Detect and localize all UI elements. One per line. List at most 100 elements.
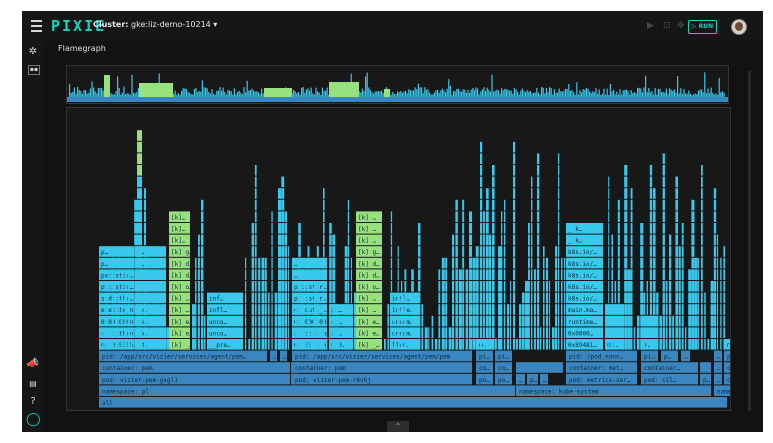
flame-frame[interactable] (397, 327, 399, 338)
overview-bar[interactable] (587, 88, 589, 97)
flame-frame[interactable] (323, 234, 325, 246)
overview-bar[interactable] (635, 93, 637, 97)
overview-bar[interactable] (305, 89, 307, 97)
overview-bar[interactable] (230, 91, 232, 97)
flame-frame[interactable] (201, 292, 204, 304)
flame-frame[interactable] (118, 246, 120, 257)
flame-frame[interactable] (254, 246, 257, 257)
flame-frame[interactable] (525, 304, 528, 315)
flame-frame[interactable] (111, 304, 114, 315)
flame-frame[interactable] (564, 315, 566, 327)
flame-frame[interactable] (720, 339, 722, 350)
flame-frame[interactable] (411, 315, 414, 327)
overview-bar[interactable] (541, 87, 543, 97)
flame-frame[interactable] (653, 327, 656, 338)
flame-frame[interactable] (675, 339, 679, 350)
overview-bar[interactable] (110, 93, 112, 97)
overview-bar[interactable] (246, 80, 248, 97)
flame-frame[interactable] (251, 281, 255, 292)
flame-frame[interactable] (675, 188, 679, 199)
flame-frame[interactable] (701, 199, 703, 211)
flame-frame[interactable] (713, 327, 717, 338)
overview-bar[interactable] (565, 88, 567, 97)
flame-frame[interactable] (643, 339, 646, 350)
flame-frame[interactable] (630, 315, 633, 327)
overview-bar[interactable] (259, 93, 261, 97)
flame-frame[interactable] (688, 269, 692, 280)
flame-frame[interactable] (394, 315, 396, 327)
flame-frame[interactable] (713, 188, 717, 199)
flame-frame[interactable] (480, 281, 483, 292)
flame-frame[interactable] (543, 246, 545, 257)
flame-frame[interactable] (287, 315, 289, 327)
overview-bar[interactable] (513, 88, 515, 97)
overview-bar[interactable] (89, 88, 91, 97)
flame-frame[interactable] (480, 269, 483, 280)
flame-frame[interactable] (614, 281, 617, 292)
flame-frame[interactable] (483, 257, 485, 269)
flame-frame[interactable] (354, 327, 357, 338)
flame-frame[interactable] (465, 269, 469, 280)
flame-frame[interactable] (156, 315, 159, 327)
flame-frame[interactable] (258, 327, 261, 338)
flame-frame[interactable] (134, 211, 138, 222)
overview-bar[interactable] (429, 92, 431, 97)
flame-frame[interactable] (323, 188, 325, 199)
flame-frame[interactable] (480, 211, 483, 222)
flame-frame[interactable] (316, 327, 319, 338)
docs-icon[interactable]: ▤ (26, 377, 40, 391)
flame-frame[interactable] (105, 281, 108, 292)
flame-frame[interactable] (268, 292, 270, 304)
flame-frame[interactable] (347, 223, 350, 234)
flame-frame[interactable] (611, 269, 614, 280)
flame-frame[interactable] (411, 304, 414, 315)
flame-frame[interactable] (258, 292, 261, 304)
overview-bar[interactable] (502, 90, 504, 97)
flame-frame[interactable] (669, 234, 672, 246)
flame-frame[interactable] (561, 269, 563, 280)
flame-frame[interactable] (271, 304, 273, 315)
overview-bar[interactable] (675, 92, 677, 97)
flame-frame[interactable] (452, 339, 455, 350)
flame-frame[interactable] (127, 269, 130, 280)
flame-frame[interactable] (150, 327, 154, 338)
overview-bar[interactable] (689, 93, 691, 97)
flame-frame[interactable] (546, 315, 549, 327)
overview-bar[interactable] (361, 88, 363, 97)
flame-frame[interactable] (251, 234, 255, 246)
flame-frame[interactable] (284, 234, 288, 246)
flame-frame[interactable] (534, 292, 536, 304)
flame-frame[interactable] (694, 339, 698, 350)
flame-frame[interactable] (531, 269, 533, 280)
flame-frame[interactable] (278, 223, 282, 234)
flame-frame[interactable] (522, 304, 525, 315)
flame-frame[interactable] (555, 304, 558, 315)
flame-frame[interactable] (649, 281, 653, 292)
flame-frame[interactable] (528, 234, 530, 246)
play-icon[interactable]: ▶ (647, 21, 654, 31)
flame-frame[interactable] (287, 246, 289, 257)
flame-frame[interactable] (254, 176, 257, 188)
flame-frame[interactable] (531, 292, 533, 304)
flame-frame[interactable] (688, 327, 692, 338)
overview-bar[interactable] (313, 94, 315, 97)
overview-bar[interactable] (120, 94, 122, 97)
flame-frame[interactable] (723, 269, 726, 280)
overview-bar[interactable] (117, 76, 119, 97)
overview-bar[interactable] (651, 91, 653, 97)
flame-frame[interactable] (204, 315, 206, 327)
overview-bar[interactable] (373, 93, 375, 97)
flame-frame[interactable] (301, 339, 305, 350)
overview-bar[interactable] (209, 93, 211, 97)
flame-frame[interactable] (723, 339, 726, 350)
flame-frame[interactable] (558, 188, 560, 199)
flame-frame[interactable] (717, 281, 719, 292)
flame-frame[interactable] (717, 234, 719, 246)
flame-frame[interactable] (201, 211, 204, 222)
flame-frame[interactable] (201, 257, 204, 269)
flame-frame[interactable] (301, 315, 305, 327)
flame-frame[interactable] (701, 188, 703, 199)
flame-frame[interactable] (201, 281, 204, 292)
flame-frame[interactable] (608, 257, 610, 269)
flame-frame[interactable] (624, 188, 628, 199)
